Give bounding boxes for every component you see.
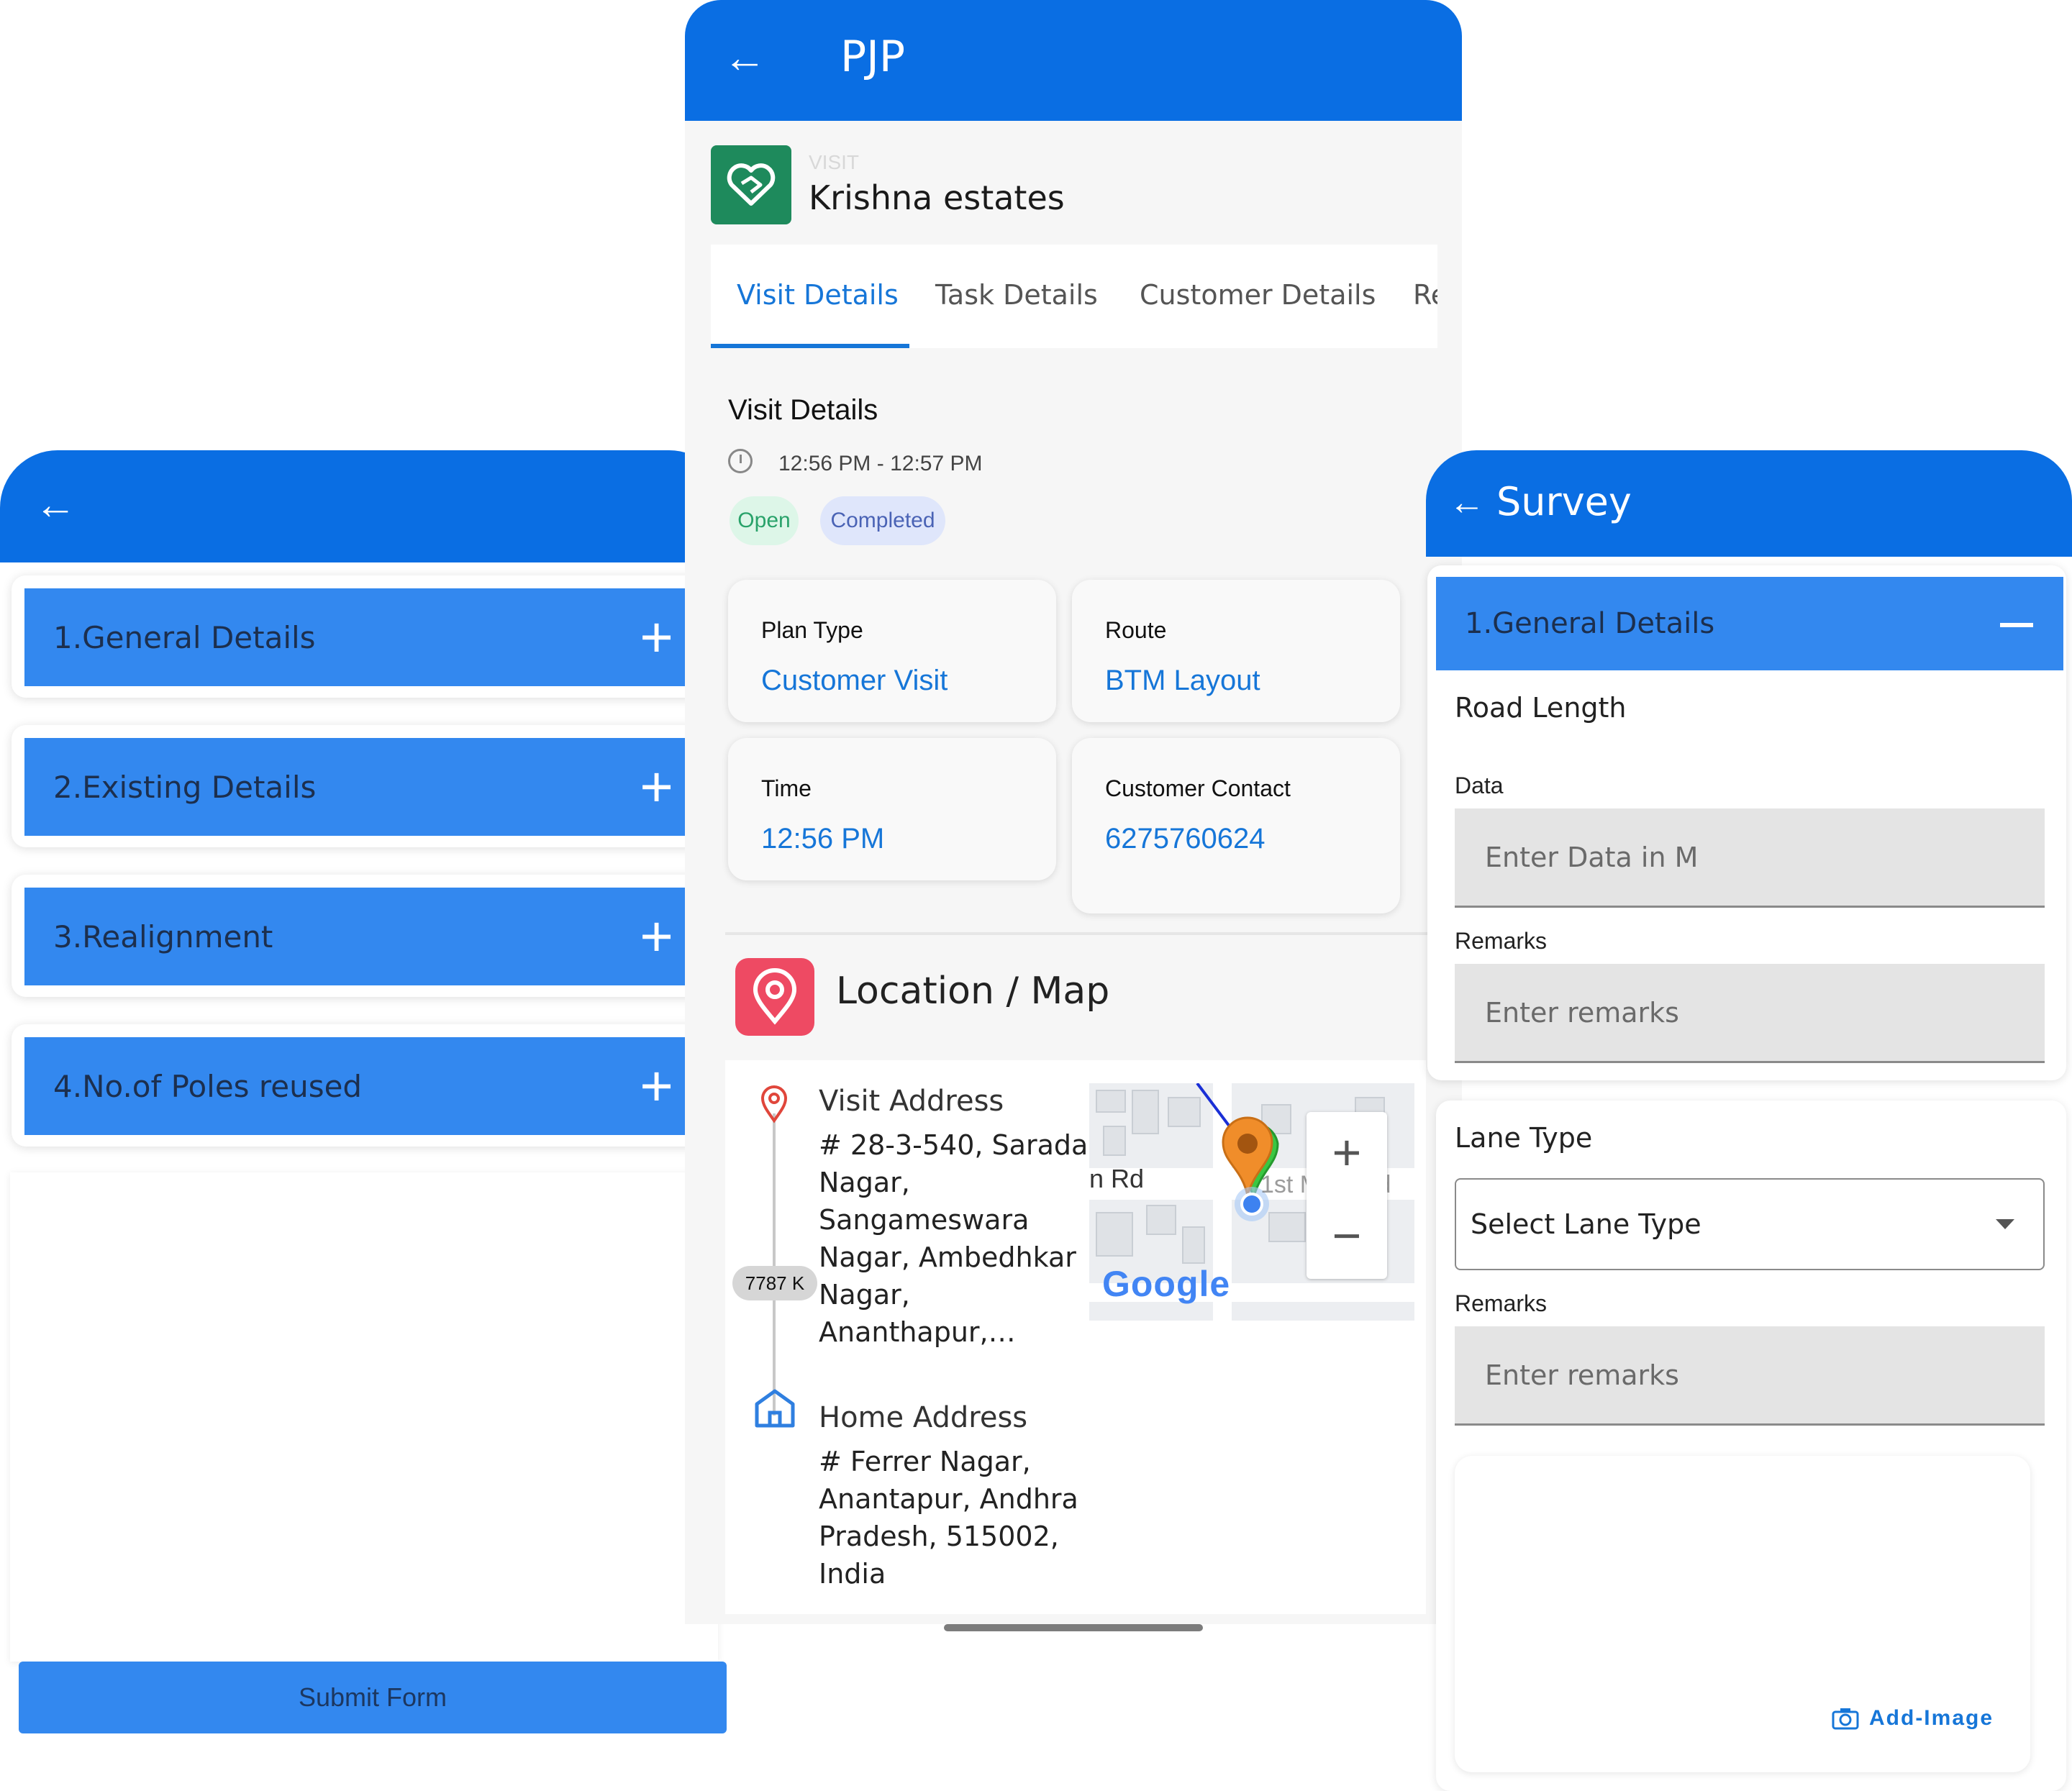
visit-logo-icon [711, 145, 791, 224]
tab-bar: Visit Details Task Details Customer Deta… [711, 245, 1437, 348]
status-badge-completed: Completed [820, 496, 945, 545]
form-body [10, 1172, 718, 1662]
section-label: 1.General Details [53, 619, 316, 655]
remarks-label: Remarks [1455, 1290, 1548, 1316]
section-header-bar[interactable]: 4.No.of Poles reused + [24, 1037, 702, 1135]
section-poles-reused[interactable]: 4.No.of Poles reused + [12, 1024, 714, 1147]
section-general-details[interactable]: 1.General Details + [12, 575, 714, 698]
section-label: 3.Realignment [53, 919, 273, 954]
home-address-text: # Ferrer Nagar, Anantapur, Andhra Prades… [819, 1446, 1078, 1590]
section-header-bar[interactable]: 1.General Details + [24, 588, 702, 686]
add-image-label: Add-Image [1869, 1706, 1994, 1730]
tab-task-details[interactable]: Task Details [935, 279, 1098, 311]
section-existing-details[interactable]: 2.Existing Details + [12, 725, 714, 847]
road-length-heading: Road Length [1455, 692, 1627, 724]
back-arrow-icon[interactable]: ← [723, 36, 766, 79]
map-zoom-control: + − [1307, 1112, 1387, 1279]
card-label: Route [1105, 617, 1167, 643]
section-realignment[interactable]: 3.Realignment + [12, 875, 714, 997]
visit-time-range: 12:56 PM - 12:57 PM [778, 452, 983, 475]
active-tab-indicator [711, 344, 909, 348]
section-label: 1.General Details [1465, 607, 1715, 640]
back-arrow-icon[interactable]: ← [35, 483, 78, 527]
map-road-label: n Rd [1089, 1164, 1145, 1193]
plan-type-card: Plan Type Customer Visit [728, 580, 1056, 722]
pjp-app-header [685, 0, 1462, 121]
card-label: Customer Contact [1105, 775, 1291, 801]
plus-icon[interactable]: + [640, 908, 673, 965]
tab-more[interactable]: Re [1413, 279, 1437, 311]
section-label: 4.No.of Poles reused [53, 1068, 363, 1104]
route-card: Route BTM Layout [1072, 580, 1400, 722]
zoom-out-button[interactable]: − [1307, 1195, 1387, 1276]
google-logo: Google [1102, 1264, 1231, 1304]
status-badge-open: Open [730, 496, 799, 545]
home-icon [753, 1387, 797, 1432]
zoom-in-button[interactable]: + [1307, 1112, 1387, 1193]
visit-address-text: # 28-3-540, Sarada Nagar, Sangameswara N… [819, 1129, 1089, 1348]
road-length-data-input[interactable]: Enter Data in M [1455, 808, 2045, 908]
lane-type-select[interactable]: Select Lane Type [1455, 1178, 2045, 1270]
add-image-button[interactable]: Add-Image [1832, 1706, 1994, 1731]
camera-icon [1832, 1708, 1859, 1730]
visit-address-title: Visit Address [819, 1085, 1004, 1118]
visit-name: Krishna estates [809, 178, 1065, 217]
customer-contact-card: Customer Contact 6275760624 [1072, 738, 1400, 913]
location-map[interactable]: n Rd 1st Main Rd + − Google [1089, 1083, 1414, 1321]
home-address-title: Home Address [819, 1401, 1028, 1434]
contact-phone-link[interactable]: 6275760624 [1105, 823, 1265, 855]
time-card: Time 12:56 PM [728, 738, 1056, 880]
left-app-header [0, 450, 727, 562]
map-marker-icon [760, 1085, 789, 1127]
lane-type-select-value: Select Lane Type [1471, 1208, 1701, 1240]
lane-type-remarks-input[interactable]: Enter remarks [1455, 1326, 2045, 1426]
visit-details-title: Visit Details [728, 394, 878, 426]
section-label: 2.Existing Details [53, 769, 317, 805]
plus-icon[interactable]: + [640, 1057, 673, 1115]
submit-form-button[interactable]: Submit Form [19, 1662, 727, 1733]
divider [725, 932, 1462, 935]
back-arrow-icon[interactable]: ← [1449, 482, 1485, 522]
lane-type-heading: Lane Type [1455, 1122, 1593, 1154]
plus-icon[interactable]: + [640, 758, 673, 816]
road-length-remarks-input[interactable]: Enter remarks [1455, 964, 2045, 1063]
distance-badge: 7787 K [732, 1266, 817, 1300]
page-title: Survey [1496, 479, 1632, 524]
dropdown-caret-icon [1996, 1219, 2014, 1229]
home-indicator-bar [944, 1624, 1203, 1631]
clock-icon [728, 449, 753, 473]
section-header-bar[interactable]: 3.Realignment + [24, 888, 702, 985]
visit-kicker-label: VISIT [809, 151, 860, 173]
card-value: 12:56 PM [761, 823, 885, 855]
tab-visit-details[interactable]: Visit Details [737, 279, 899, 311]
tab-customer-details[interactable]: Customer Details [1140, 279, 1376, 311]
remarks-label: Remarks [1455, 928, 1548, 954]
plus-icon[interactable]: + [640, 609, 673, 666]
section-header-bar[interactable]: 2.Existing Details + [24, 738, 702, 836]
page-title: PJP [840, 32, 906, 82]
location-pin-icon [735, 958, 814, 1036]
address-timeline-line [773, 1113, 776, 1416]
card-value: BTM Layout [1105, 665, 1260, 696]
collapse-minus-icon[interactable] [2000, 623, 2033, 627]
data-label: Data [1455, 773, 1504, 798]
card-value: Customer Visit [761, 665, 948, 696]
card-label: Plan Type [761, 617, 863, 643]
card-label: Time [761, 775, 812, 801]
location-section-title: Location / Map [836, 970, 1110, 1013]
